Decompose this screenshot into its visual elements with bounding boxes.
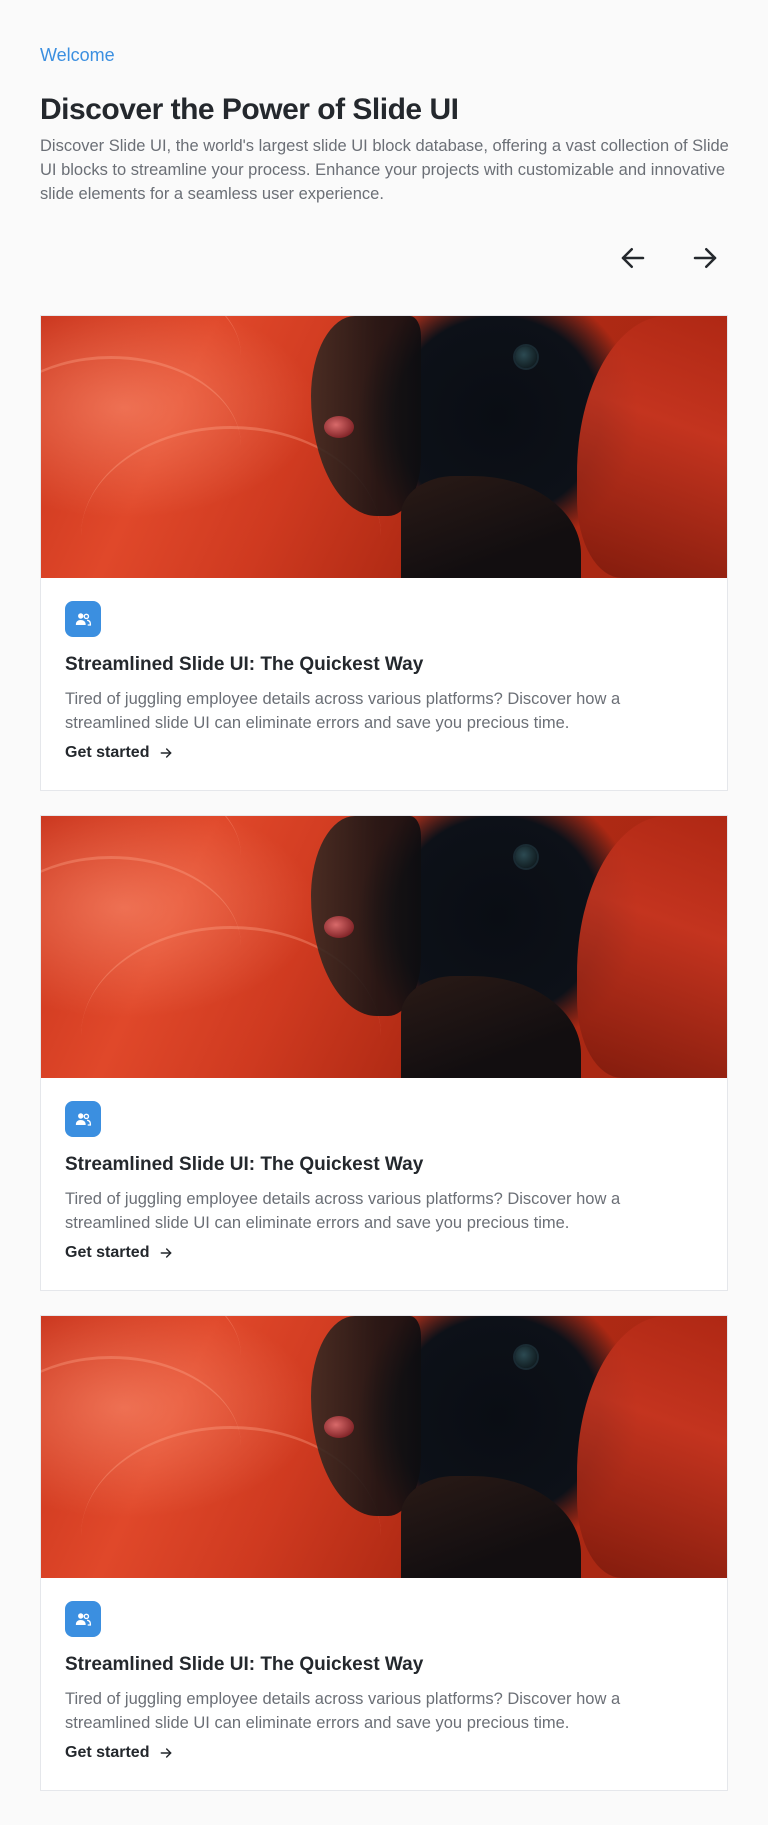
feature-card: Streamlined Slide UI: The Quickest Way T… (40, 1315, 728, 1791)
get-started-label: Get started (65, 744, 150, 761)
portrait-red-drape-image (41, 316, 727, 578)
page-description: Discover Slide UI, the world's largest s… (40, 137, 729, 203)
card-list: Streamlined Slide UI: The Quickest Way T… (40, 315, 728, 1791)
card-body: Streamlined Slide UI: The Quickest Way T… (41, 1078, 727, 1265)
card-text: Tired of juggling employee details acros… (65, 1190, 621, 1232)
get-started-label: Get started (65, 1244, 150, 1261)
arrow-left-icon (621, 248, 645, 268)
arrow-right-icon (161, 748, 172, 758)
card-badge (65, 1601, 101, 1637)
arrow-right-icon (693, 248, 717, 268)
page-title: Discover the Power of Slide UI (40, 93, 459, 126)
feature-card: Streamlined Slide UI: The Quickest Way T… (40, 315, 728, 791)
arrow-right-icon (161, 1748, 172, 1758)
lips (324, 916, 354, 938)
earring (515, 1346, 537, 1368)
get-started-link[interactable]: Get started (65, 1241, 174, 1265)
earring (515, 346, 537, 368)
card-title: Streamlined Slide UI: The Quickest Way (65, 654, 424, 675)
feature-card: Streamlined Slide UI: The Quickest Way T… (40, 815, 728, 1291)
lips (324, 1416, 354, 1438)
card-body: Streamlined Slide UI: The Quickest Way T… (41, 578, 727, 765)
earring (515, 846, 537, 868)
card-badge (65, 1101, 101, 1137)
card-title: Streamlined Slide UI: The Quickest Way (65, 1154, 424, 1175)
users-icon (75, 613, 92, 626)
get-started-link[interactable]: Get started (65, 1741, 174, 1765)
next-button[interactable] (686, 239, 724, 277)
users-icon (75, 1613, 92, 1626)
arrow-right-icon (161, 1248, 172, 1258)
get-started-label: Get started (65, 1744, 150, 1761)
card-body: Streamlined Slide UI: The Quickest Way T… (41, 1578, 727, 1765)
carousel-nav (40, 238, 724, 278)
prev-button[interactable] (614, 239, 652, 277)
page: Welcome Discover the Power of Slide UI D… (0, 0, 768, 1825)
portrait-red-drape-image (41, 816, 727, 1078)
get-started-link[interactable]: Get started (65, 741, 174, 765)
card-badge (65, 601, 101, 637)
portrait-red-drape-image (41, 1316, 727, 1578)
users-icon (75, 1113, 92, 1126)
card-text: Tired of juggling employee details acros… (65, 690, 621, 732)
lips (324, 416, 354, 438)
card-title: Streamlined Slide UI: The Quickest Way (65, 1654, 424, 1675)
card-text: Tired of juggling employee details acros… (65, 1690, 621, 1732)
eyebrow-label: Welcome (40, 45, 115, 65)
